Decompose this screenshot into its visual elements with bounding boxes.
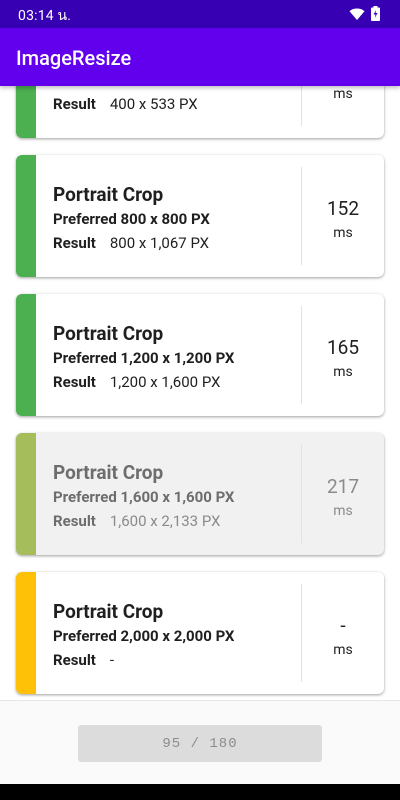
result-card[interactable]: Portrait Crop Preferred 800 x 800 PX Res…: [16, 155, 384, 277]
card-title: Portrait Crop: [53, 322, 164, 345]
result-value: 800 x 1,067 PX: [109, 234, 210, 252]
result-label: Result: [53, 651, 96, 669]
status-stripe: [16, 572, 36, 694]
time-value: -: [340, 614, 346, 637]
result-list[interactable]: Result 400 x 533 PX ms Portrait Crop Pref…: [0, 86, 400, 700]
result-card[interactable]: Result 400 x 533 PX ms: [16, 86, 384, 138]
card-preferred: Preferred 2,000 x 2,000 PX: [53, 627, 235, 645]
battery-icon: [371, 6, 380, 21]
card-time: - ms: [302, 572, 384, 694]
time-unit: ms: [333, 364, 353, 380]
card-preferred: Preferred 800 x 800 PX: [53, 210, 210, 228]
time-value: 152: [326, 197, 360, 220]
card-title: Portrait Crop: [53, 461, 164, 484]
progress-button[interactable]: 95 / 180: [78, 725, 322, 762]
status-stripe: [16, 294, 36, 416]
status-bar: 03:14 น.: [0, 0, 400, 28]
status-stripe: [16, 155, 36, 277]
card-result: Result 400 x 533 PX: [53, 95, 198, 113]
time-unit: ms: [333, 503, 353, 519]
result-value: 1,600 x 2,133 PX: [109, 512, 221, 530]
status-time: 03:14 น.: [18, 8, 72, 24]
status-stripe: [16, 86, 36, 138]
system-nav-bar: [0, 784, 400, 800]
bottom-bar: 95 / 180: [0, 700, 400, 785]
result-label: Result: [53, 234, 96, 252]
result-label: Result: [53, 95, 96, 113]
time-unit: ms: [333, 225, 353, 241]
result-value: 400 x 533 PX: [109, 95, 198, 113]
status-stripe: [16, 433, 36, 555]
result-card-in-progress[interactable]: Portrait Crop Preferred 1,600 x 1,600 PX…: [16, 433, 384, 555]
card-preferred: Preferred 1,200 x 1,200 PX: [53, 349, 235, 367]
result-value: 1,200 x 1,600 PX: [109, 373, 221, 391]
card-time: 152 ms: [302, 155, 384, 277]
time-value: 217: [326, 475, 360, 498]
app-bar: ImageResize: [0, 28, 400, 86]
result-card[interactable]: Portrait Crop Preferred 1,200 x 1,200 PX…: [16, 294, 384, 416]
card-title: Portrait Crop: [53, 600, 164, 623]
card-result: Result 1,200 x 1,600 PX: [53, 373, 220, 391]
time-unit: ms: [333, 642, 353, 658]
result-card-pending[interactable]: Portrait Crop Preferred 2,000 x 2,000 PX…: [16, 572, 384, 694]
app-title: ImageResize: [16, 46, 132, 70]
time-unit: ms: [333, 86, 353, 102]
card-time: ms: [302, 86, 384, 138]
card-preferred: Preferred 1,600 x 1,600 PX: [53, 488, 235, 506]
wifi-icon: [349, 8, 365, 20]
result-value: -: [109, 651, 115, 669]
status-icons: [349, 6, 380, 21]
card-result: Result 800 x 1,067 PX: [53, 234, 209, 252]
result-label: Result: [53, 512, 96, 530]
time-value: 165: [326, 336, 360, 359]
card-result: Result -: [53, 651, 114, 669]
card-result: Result 1,600 x 2,133 PX: [53, 512, 220, 530]
card-title: Portrait Crop: [53, 183, 164, 206]
card-time: 217 ms: [302, 433, 384, 555]
result-label: Result: [53, 373, 96, 391]
card-time: 165 ms: [302, 294, 384, 416]
